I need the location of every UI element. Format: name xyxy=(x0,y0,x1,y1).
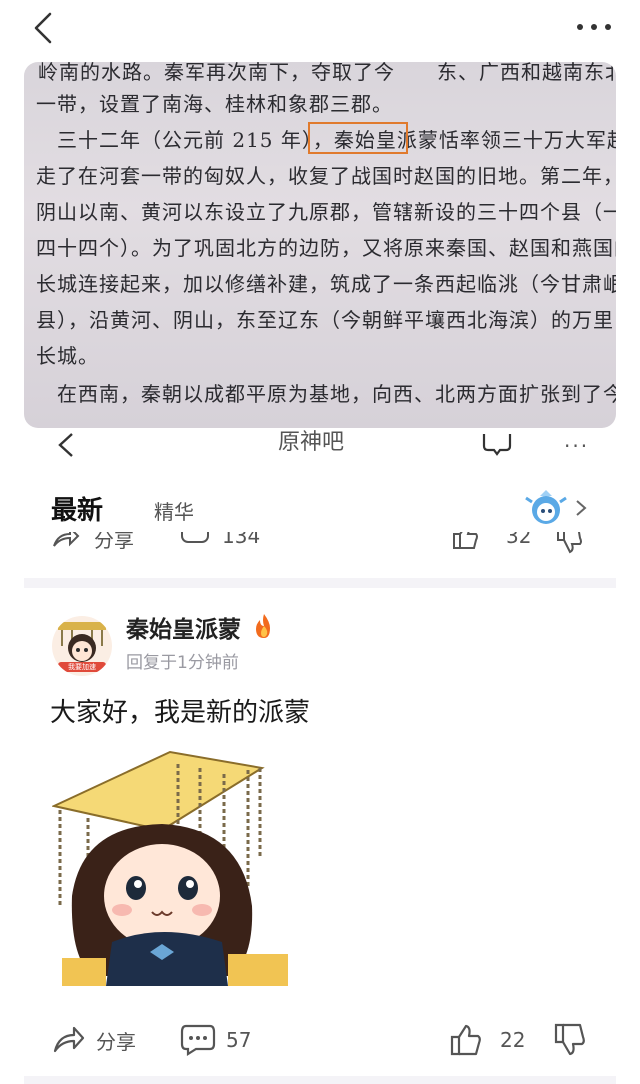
like-count: 22 xyxy=(500,1028,526,1052)
dislike-button[interactable] xyxy=(554,1022,586,1058)
previous-post-actions: 分享 134 32 xyxy=(24,532,616,560)
textbook-photo[interactable]: 岭南的水路。秦军再次南下，夺取了今 东、广西和越南东北 一带，设置了南海、桂林和… xyxy=(24,62,616,428)
chevron-right-icon[interactable] xyxy=(574,498,588,518)
bottom-divider xyxy=(24,1076,616,1084)
previous-like-count: 32 xyxy=(506,532,532,548)
previous-comment-count: 134 xyxy=(222,532,261,548)
comment-icon xyxy=(180,1024,216,1056)
top-nav-bar xyxy=(0,0,640,60)
book-line: 一带，设置了南海、桂林和象郡三郡。 xyxy=(36,92,393,116)
post-username[interactable]: 秦始皇派蒙 xyxy=(126,610,241,644)
paimon-emperor-sticker xyxy=(52,750,288,986)
forum-title: 原神吧 xyxy=(278,430,345,455)
post-action-bar: 分享 57 22 xyxy=(24,1018,616,1064)
post-sticker-image[interactable] xyxy=(52,746,302,986)
forum-post: 我要加速 秦始皇派蒙 回复于1分钟前 大家好，我是新的派蒙 xyxy=(24,588,616,1084)
share-icon[interactable] xyxy=(52,532,80,550)
dislike-icon[interactable] xyxy=(556,532,584,554)
highlight-box xyxy=(308,122,408,154)
tab-latest[interactable]: 最新 xyxy=(51,490,103,527)
back-arrow-icon[interactable] xyxy=(28,10,60,46)
avatar-badge-text: 我要加速 xyxy=(68,663,96,671)
more-options-icon[interactable] xyxy=(574,16,614,38)
comment-button[interactable]: 57 xyxy=(180,1022,251,1058)
comment-icon[interactable] xyxy=(180,532,210,548)
avatar[interactable]: 我要加速 xyxy=(52,616,112,676)
book-line: 四十四个）。为了巩固北方的边防，又将原来秦国、赵国和燕国的 xyxy=(36,236,616,260)
thumbs-down-icon xyxy=(554,1023,585,1056)
fire-icon xyxy=(256,614,270,638)
like-icon[interactable] xyxy=(452,532,480,550)
book-line: 岭南的水路。秦军再次南下，夺取了今 东、广西和越南东北 xyxy=(38,62,616,84)
comment-count: 57 xyxy=(226,1028,252,1052)
share-label: 分享 xyxy=(96,1029,136,1054)
thumbs-up-icon xyxy=(450,1024,481,1056)
section-divider xyxy=(24,578,616,588)
book-line: 阴山以南、黄河以东设立了九原郡，管辖新设的三十四个县（一说 xyxy=(36,200,616,224)
forum-back-icon[interactable] xyxy=(56,432,76,458)
book-line: 在西南，秦朝以成都平原为基地，向西、北两方面扩张到了今 xyxy=(36,382,616,406)
book-line: 县），沿黄河、阴山，东至辽东（今朝鲜平壤西北海滨）的万里 xyxy=(36,308,614,332)
like-button[interactable]: 22 xyxy=(450,1022,525,1058)
mascot-icon[interactable] xyxy=(524,488,568,528)
forum-more-icon[interactable]: ··· xyxy=(564,434,589,458)
post-text: 大家好，我是新的派蒙 xyxy=(50,698,311,728)
previous-share-label: 分享 xyxy=(94,532,134,552)
book-line: 长城连接起来，加以修缮补建，筑成了一条西起临洮（今甘肃岷 xyxy=(36,272,616,296)
message-icon[interactable] xyxy=(480,434,514,456)
forum-tabs: 最新 精华 xyxy=(24,482,616,538)
share-icon xyxy=(53,1026,85,1053)
share-button[interactable]: 分享 xyxy=(52,1022,136,1058)
book-line: 长城。 xyxy=(36,344,99,368)
book-line: 走了在河套一带的匈奴人，收复了战国时赵国的旧地。第二年，在 xyxy=(36,164,616,188)
reply-time: 回复于1分钟前 xyxy=(126,653,239,673)
tab-best[interactable]: 精华 xyxy=(154,496,194,525)
